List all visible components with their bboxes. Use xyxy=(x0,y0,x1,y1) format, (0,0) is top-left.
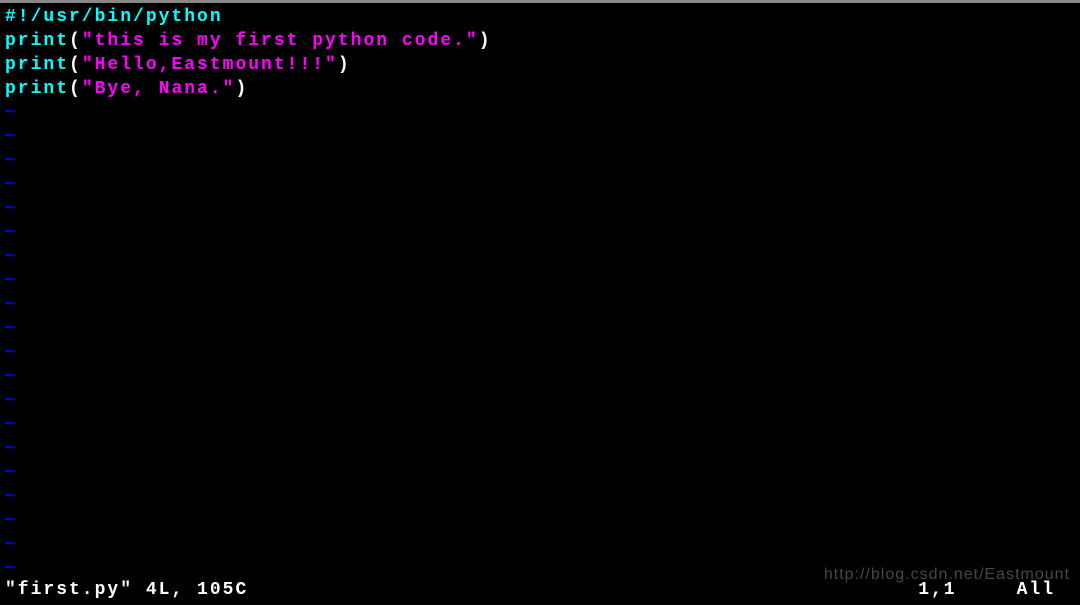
code-line-1: print("this is my first python code.") xyxy=(5,29,1075,53)
empty-line-indicator: ~ xyxy=(5,197,1075,221)
status-position-info: 1,1 All xyxy=(918,578,1075,602)
empty-line-indicator: ~ xyxy=(5,125,1075,149)
empty-line-indicator: ~ xyxy=(5,413,1075,437)
shebang-text: #!/usr/bin/python xyxy=(5,7,223,27)
print-keyword: print xyxy=(5,55,69,75)
empty-line-indicator: ~ xyxy=(5,293,1075,317)
empty-line-indicator: ~ xyxy=(5,509,1075,533)
code-line-3: print("Bye, Nana.") xyxy=(5,77,1075,101)
filename: "first.py" xyxy=(5,580,133,600)
open-paren: ( xyxy=(69,79,82,99)
empty-line-indicator: ~ xyxy=(5,437,1075,461)
empty-line-indicator: ~ xyxy=(5,365,1075,389)
close-paren: ) xyxy=(338,55,351,75)
empty-line-indicator: ~ xyxy=(5,101,1075,125)
empty-line-indicator: ~ xyxy=(5,173,1075,197)
string-literal: "Bye, Nana." xyxy=(82,79,236,99)
empty-line-indicator: ~ xyxy=(5,533,1075,557)
status-file-info: "first.py" 4L, 105C xyxy=(5,578,248,602)
empty-line-indicator: ~ xyxy=(5,269,1075,293)
open-paren: ( xyxy=(69,55,82,75)
string-literal: "this is my first python code." xyxy=(82,31,479,51)
cursor-position: 1,1 xyxy=(918,578,956,602)
empty-line-indicator: ~ xyxy=(5,245,1075,269)
print-keyword: print xyxy=(5,79,69,99)
empty-line-indicator: ~ xyxy=(5,149,1075,173)
empty-line-indicator: ~ xyxy=(5,485,1075,509)
empty-line-indicator: ~ xyxy=(5,389,1075,413)
scroll-position: All xyxy=(1017,578,1055,602)
code-line-shebang: #!/usr/bin/python xyxy=(5,5,1075,29)
empty-line-indicator: ~ xyxy=(5,317,1075,341)
empty-line-indicator: ~ xyxy=(5,221,1075,245)
print-keyword: print xyxy=(5,31,69,51)
file-stats: 4L, 105C xyxy=(146,580,248,600)
empty-line-indicator: ~ xyxy=(5,341,1075,365)
code-line-2: print("Hello,Eastmount!!!") xyxy=(5,53,1075,77)
vim-status-bar: "first.py" 4L, 105C 1,1 All xyxy=(5,578,1075,602)
open-paren: ( xyxy=(69,31,82,51)
editor-content[interactable]: #!/usr/bin/python print("this is my firs… xyxy=(0,3,1080,579)
close-paren: ) xyxy=(235,79,248,99)
string-literal: "Hello,Eastmount!!!" xyxy=(82,55,338,75)
close-paren: ) xyxy=(479,31,492,51)
empty-line-indicator: ~ xyxy=(5,461,1075,485)
